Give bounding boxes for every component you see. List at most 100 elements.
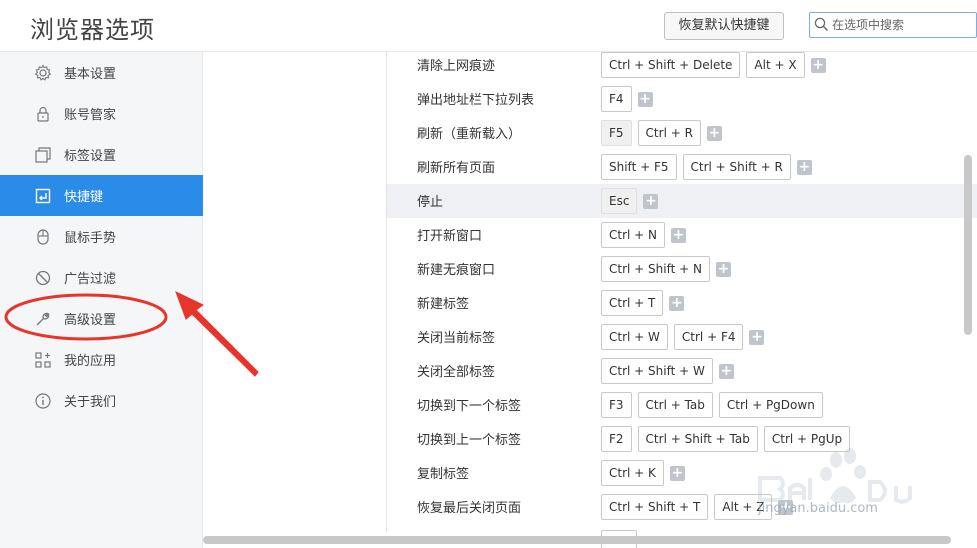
sidebar-item-ad-filter[interactable]: 广告过滤 xyxy=(0,257,203,298)
shortcut-key[interactable]: Ctrl + W xyxy=(601,324,668,350)
shortcut-keys: F3 Ctrl + Tab Ctrl + PgDown xyxy=(601,390,829,420)
shortcut-key[interactable]: Ctrl + R xyxy=(637,120,701,146)
shortcut-name: 切换到下一个标签 xyxy=(417,399,522,414)
shortcut-row: 切换到下一个标签 F3 Ctrl + Tab Ctrl + PgDown xyxy=(387,388,977,422)
vertical-scrollbar[interactable] xyxy=(964,155,972,335)
search-input[interactable] xyxy=(832,13,972,37)
add-shortcut-icon[interactable]: + xyxy=(669,465,685,481)
add-shortcut-icon[interactable]: + xyxy=(749,329,765,345)
sidebar-item-tab-settings[interactable]: 标签设置 xyxy=(0,134,203,175)
shortcut-key[interactable]: Ctrl + T xyxy=(601,290,664,316)
shortcut-row: 打开新窗口 Ctrl + N + xyxy=(387,218,977,252)
add-shortcut-icon[interactable]: + xyxy=(715,261,731,277)
shortcut-key[interactable]: Ctrl + Tab xyxy=(637,392,713,418)
add-shortcut-icon[interactable]: + xyxy=(669,295,685,311)
shortcut-keys: F4 + xyxy=(601,84,659,114)
shortcut-key[interactable]: Ctrl + Shift + T xyxy=(601,494,709,520)
shortcut-name: 关闭当前标签 xyxy=(417,331,496,346)
sidebar-item-label: 快捷键 xyxy=(64,190,104,205)
shortcut-row: 刷新（重新载入） F5 Ctrl + R + xyxy=(387,116,977,150)
shortcut-name: 打开新窗口 xyxy=(417,229,483,244)
shortcut-keys: Shift + F5 Ctrl + Shift + R + xyxy=(601,152,818,182)
shortcut-keys: Ctrl + K + xyxy=(601,458,691,488)
shortcut-key[interactable]: Ctrl + Shift + Delete xyxy=(601,52,741,78)
shortcut-key[interactable]: Ctrl + Shift + R xyxy=(682,154,791,180)
shortcut-key[interactable]: F2 xyxy=(601,426,632,452)
shortcut-keys: Ctrl + N + xyxy=(601,220,692,250)
shortcut-row: 清除上网痕迹 Ctrl + Shift + Delete Alt + X + xyxy=(387,48,977,82)
shortcut-name: 恢复最后关闭页面 xyxy=(417,501,522,516)
shortcut-keys: Ctrl + Shift + N + xyxy=(601,254,737,284)
sidebar-item-account[interactable]: 账号管家 xyxy=(0,93,203,134)
add-shortcut-icon[interactable]: + xyxy=(637,91,653,107)
lock-icon xyxy=(37,106,49,122)
sidebar-item-label: 账号管家 xyxy=(64,108,117,123)
shortcut-name: 新建标签 xyxy=(417,297,470,312)
shortcut-name: 复制标签 xyxy=(417,467,470,482)
shortcut-row: 停止 Esc + xyxy=(387,184,977,218)
sidebar-item-label: 高级设置 xyxy=(64,313,117,328)
shortcut-key[interactable]: Ctrl + PgDown xyxy=(718,392,823,418)
header: 浏览器选项 恢复默认快捷键 xyxy=(0,0,977,52)
sidebar-item-advanced-settings[interactable]: 高级设置 xyxy=(0,298,203,339)
sidebar-item-label: 广告过滤 xyxy=(64,272,117,287)
shortcut-key[interactable]: Ctrl + Shift + N xyxy=(601,256,710,282)
shortcut-key[interactable]: F4 xyxy=(601,86,632,112)
shortcut-name: 切换到上一个标签 xyxy=(417,433,522,448)
shortcut-keys: Ctrl + W Ctrl + F4 + xyxy=(601,322,770,352)
shortcut-keys: F5 Ctrl + R + xyxy=(601,118,728,148)
gear-icon xyxy=(34,64,52,81)
shortcut-key[interactable]: F5 xyxy=(601,120,632,146)
watermark-text: jingyan.baidu.com xyxy=(758,501,878,516)
shortcut-name: 新建无痕窗口 xyxy=(417,263,496,278)
block-icon xyxy=(35,270,51,286)
add-shortcut-icon[interactable]: + xyxy=(671,227,687,243)
shortcut-name: 弹出地址栏下拉列表 xyxy=(417,93,535,108)
sidebar-item-my-apps[interactable]: 我的应用 xyxy=(0,339,203,380)
add-shortcut-icon[interactable]: + xyxy=(718,363,734,379)
horizontal-scrollbar[interactable] xyxy=(203,536,951,544)
shortcut-name: 停止 xyxy=(417,195,444,210)
shortcut-key[interactable]: Ctrl + F4 xyxy=(673,324,744,350)
sidebar-item-about[interactable]: 关于我们 xyxy=(0,380,203,421)
sidebar: 基本设置 账号管家 标签设置 快捷键 鼠标手势 广告过滤 高级设置 我的应用 关… xyxy=(0,52,211,548)
sidebar-item-label: 鼠标手势 xyxy=(64,231,117,246)
mouse-icon xyxy=(37,229,49,245)
shortcut-key[interactable]: F3 xyxy=(601,392,632,418)
shortcut-row: 关闭全部标签 Ctrl + Shift + W + xyxy=(387,354,977,388)
add-shortcut-icon[interactable]: + xyxy=(810,57,826,73)
shortcut-key[interactable]: Esc xyxy=(601,188,638,214)
shortcut-key[interactable]: Ctrl + N xyxy=(601,222,666,248)
page-title: 浏览器选项 xyxy=(30,16,155,44)
shortcut-row: 新建标签 Ctrl + T + xyxy=(387,286,977,320)
shortcut-row: 新建无痕窗口 Ctrl + Shift + N + xyxy=(387,252,977,286)
sidebar-item-mouse-gestures[interactable]: 鼠标手势 xyxy=(0,216,203,257)
shortcut-key[interactable]: Ctrl + K xyxy=(601,460,664,486)
sidebar-item-label: 我的应用 xyxy=(64,354,117,369)
sidebar-item-label: 标签设置 xyxy=(64,149,117,164)
shortcut-name: 刷新（重新载入） xyxy=(417,127,522,142)
shortcut-key[interactable]: Shift + F5 xyxy=(601,154,677,180)
shortcut-key[interactable]: Ctrl + Shift + Tab xyxy=(637,426,758,452)
shortcut-row: 刷新所有页面 Shift + F5 Ctrl + Shift + R + xyxy=(387,150,977,184)
apps-icon xyxy=(35,352,51,368)
add-shortcut-icon[interactable]: + xyxy=(643,193,659,209)
sidebar-item-shortcuts[interactable]: 快捷键 xyxy=(0,175,211,216)
shortcut-key[interactable]: Ctrl + Shift + W xyxy=(601,358,713,384)
sidebar-item-label: 关于我们 xyxy=(64,395,117,410)
shortcut-key[interactable]: Alt + X xyxy=(746,52,805,78)
add-shortcut-icon[interactable]: + xyxy=(706,125,722,141)
wrench-icon xyxy=(36,312,50,326)
sidebar-item-basic-settings[interactable]: 基本设置 xyxy=(0,52,203,93)
shortcut-row: 弹出地址栏下拉列表 F4 + xyxy=(387,82,977,116)
shortcut-row: 关闭当前标签 Ctrl + W Ctrl + F4 + xyxy=(387,320,977,354)
shortcut-keys: Ctrl + Shift + Delete Alt + X + xyxy=(601,50,832,80)
search-box[interactable] xyxy=(809,12,977,38)
restore-defaults-button[interactable]: 恢复默认快捷键 xyxy=(664,12,784,40)
shortcut-keys: Esc + xyxy=(601,186,664,216)
shortcut-name: 关闭全部标签 xyxy=(417,365,496,380)
tabs-icon xyxy=(35,147,51,163)
add-shortcut-icon[interactable]: + xyxy=(796,159,812,175)
shortcut-icon xyxy=(35,188,51,204)
shortcut-keys: Ctrl + Shift + W + xyxy=(601,356,740,386)
